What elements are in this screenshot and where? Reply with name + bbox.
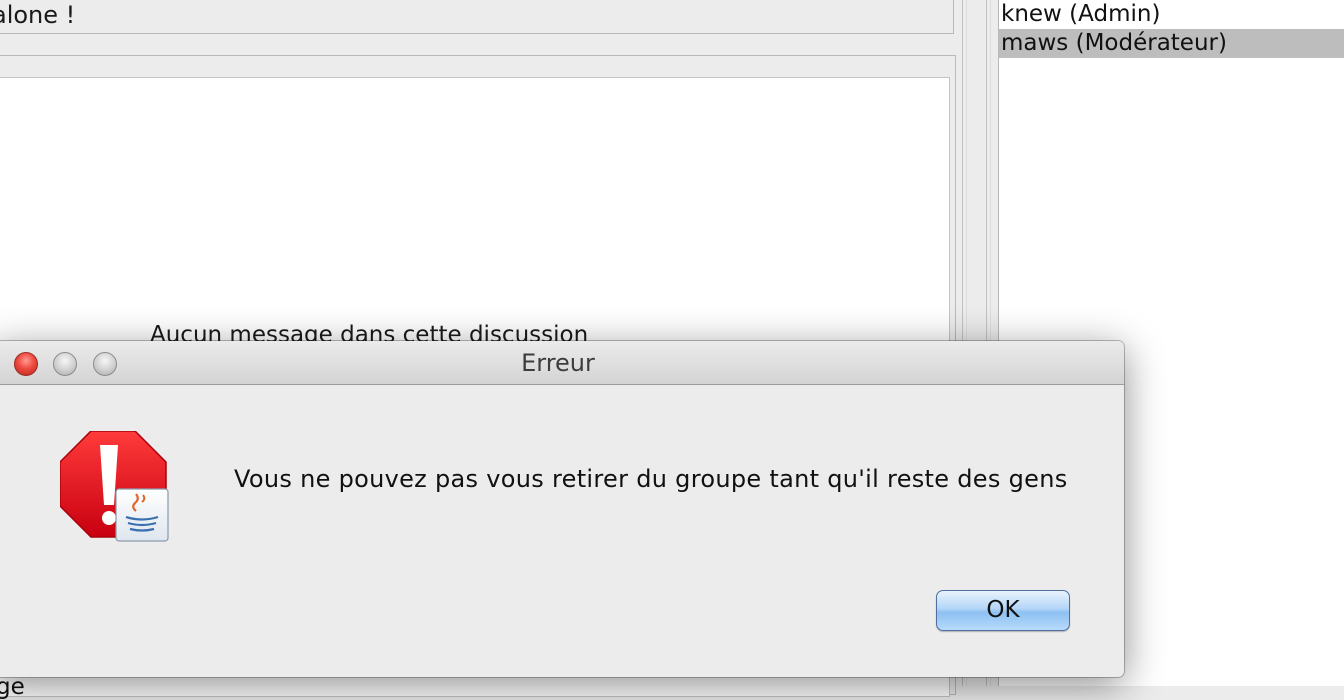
ok-button[interactable]: OK — [936, 590, 1070, 631]
java-icon — [115, 488, 169, 542]
dialog-title: Erreur — [521, 349, 595, 377]
chat-header — [0, 0, 954, 34]
dialog-message: Vous ne pouvez pas vous retirer du group… — [234, 465, 1068, 493]
chat-header-text: alone ! — [0, 1, 76, 29]
dialog-titlebar[interactable]: Erreur — [0, 341, 1124, 385]
error-stop-icon — [60, 431, 169, 542]
user-list-item[interactable]: knew (Admin) — [999, 0, 1344, 29]
bottom-clipped-text: ge — [0, 674, 25, 700]
user-list-item-selected[interactable]: maws (Modérateur) — [999, 29, 1344, 58]
error-dialog: Erreur Vous ne pouvez pas vous retirer d… — [0, 341, 1124, 677]
